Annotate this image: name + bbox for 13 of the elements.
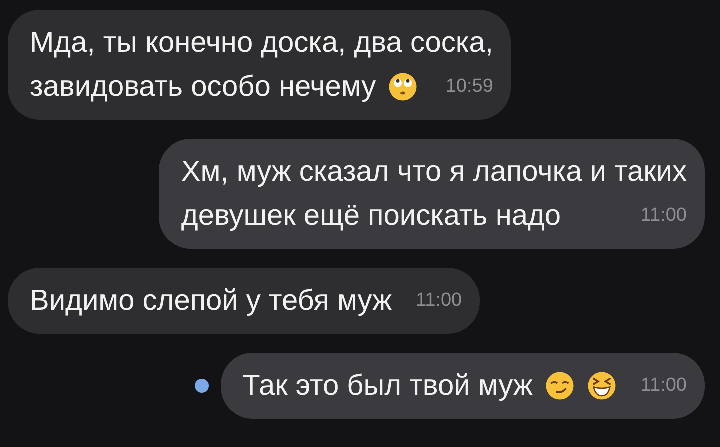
message-text: Так это был твой муж bbox=[242, 369, 533, 404]
message-time: 11:00 bbox=[640, 374, 687, 398]
smirk-emoji-icon bbox=[544, 371, 575, 401]
message-text: девушек ещё поискать надо bbox=[181, 199, 562, 234]
message-text: завидовать особо нечему bbox=[30, 70, 376, 105]
message-text: Хм, муж сказал что я лапочка и таких bbox=[181, 155, 687, 190]
message-text: Мда, ты конечно доска, два соска, bbox=[30, 26, 494, 61]
laughing-emoji-icon bbox=[586, 371, 617, 401]
message-time: 10:59 bbox=[444, 75, 494, 99]
message-time: 11:00 bbox=[640, 204, 687, 228]
message-time: 11:00 bbox=[414, 289, 462, 313]
message-text: Видимо слепой у тебя муж bbox=[30, 284, 392, 319]
eye-roll-emoji-icon bbox=[388, 72, 418, 102]
